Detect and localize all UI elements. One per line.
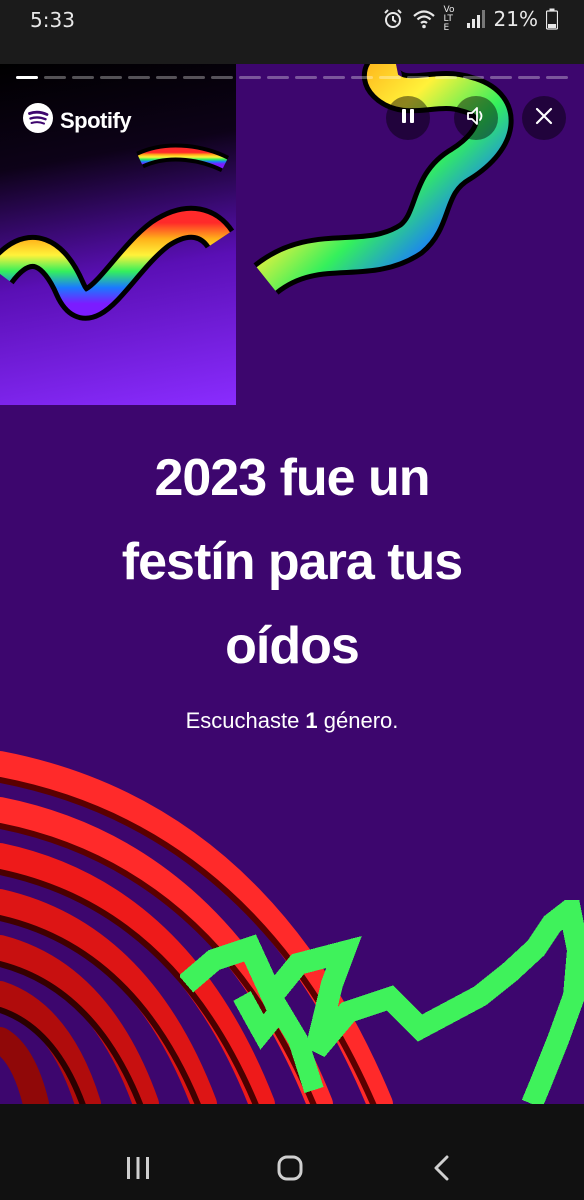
progress-segment <box>490 76 513 79</box>
back-button[interactable] <box>422 1150 462 1190</box>
headline: 2023 fue un festín para tus oídos <box>40 436 544 688</box>
spotify-icon <box>22 102 54 139</box>
close-button[interactable] <box>522 96 566 140</box>
volume-button[interactable] <box>454 96 498 140</box>
battery-icon <box>546 8 558 30</box>
spotify-logo: Spotify <box>22 102 132 139</box>
subtitle-suffix: género. <box>317 708 399 733</box>
genre-count: 1 <box>305 708 318 733</box>
signal-icon <box>466 9 486 29</box>
recents-icon <box>125 1156 151 1185</box>
progress-segment <box>462 76 485 79</box>
progress-segment <box>518 76 541 79</box>
progress-segment <box>267 76 290 79</box>
volte-icon: Vo LTE <box>443 4 458 33</box>
volte-label: Vo LTE <box>443 4 455 33</box>
progress-segment <box>183 76 206 79</box>
progress-segment <box>546 76 569 79</box>
progress-segment <box>322 76 345 79</box>
progress-segment <box>127 76 150 79</box>
battery-percent: 21% <box>493 7 538 31</box>
story-progress-bar <box>16 76 569 79</box>
progress-segment <box>406 76 429 79</box>
close-icon <box>534 106 554 131</box>
progress-segment <box>43 76 66 79</box>
headline-line: oídos <box>225 617 360 675</box>
wifi-icon <box>412 8 436 30</box>
progress-segment <box>16 76 38 79</box>
progress-segment <box>71 76 94 79</box>
pause-icon <box>398 106 418 131</box>
headline-line: festín para tus <box>121 533 463 591</box>
progress-segment <box>239 76 262 79</box>
green-pixel-scribble-art <box>180 900 584 1104</box>
status-bar: 5:33 Vo LTE 21% <box>0 0 584 64</box>
volume-icon <box>465 105 487 132</box>
progress-segment <box>155 76 178 79</box>
home-icon <box>276 1154 304 1187</box>
wrapped-story-card[interactable]: Spotify 2023 fue un festín para tus oído… <box>0 64 584 1104</box>
status-time: 5:33 <box>30 8 75 32</box>
headline-line: 2023 fue un <box>154 449 430 507</box>
status-icons: Vo LTE 21% <box>382 4 558 33</box>
progress-segment <box>350 76 373 79</box>
progress-segment <box>211 76 234 79</box>
progress-segment <box>295 76 317 79</box>
progress-segment <box>378 76 401 79</box>
subtitle: Escuchaste 1 género. <box>40 708 544 734</box>
back-icon <box>431 1155 453 1186</box>
subtitle-prefix: Escuchaste <box>185 708 306 733</box>
home-button[interactable] <box>270 1150 310 1190</box>
alarm-icon <box>382 8 404 30</box>
progress-segment <box>99 76 122 79</box>
progress-segment <box>434 76 457 79</box>
pause-button[interactable] <box>386 96 430 140</box>
brand-name: Spotify <box>60 107 132 133</box>
recents-button[interactable] <box>118 1150 158 1190</box>
